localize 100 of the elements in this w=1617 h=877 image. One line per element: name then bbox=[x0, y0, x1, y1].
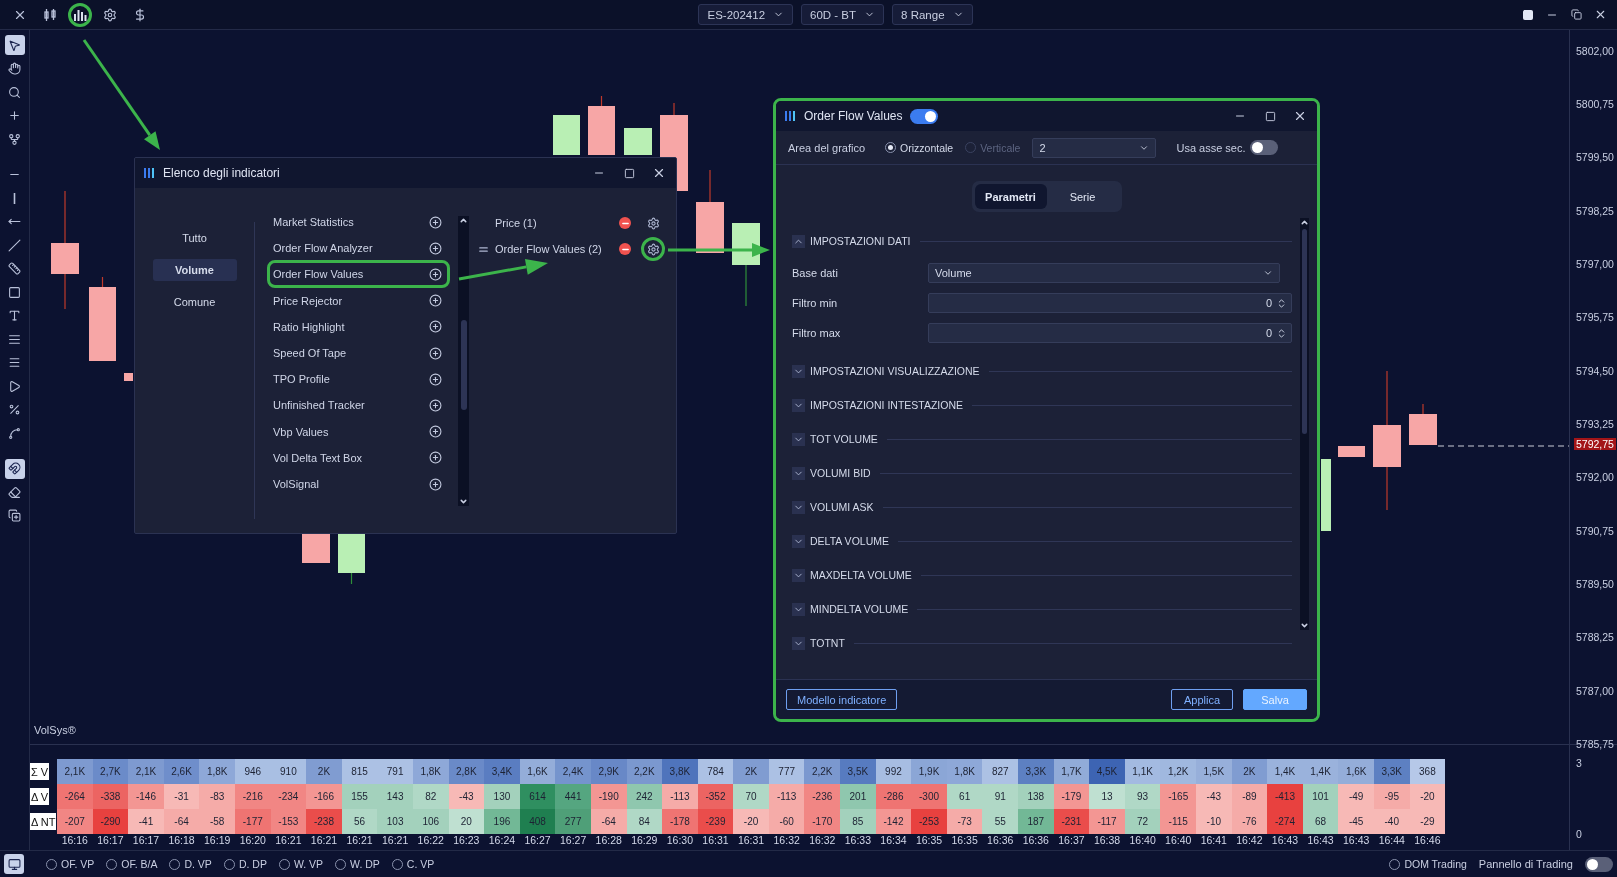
add-icon bbox=[429, 294, 442, 308]
table-cell: -73 bbox=[946, 809, 983, 834]
scrollbar[interactable] bbox=[1300, 218, 1309, 630]
radio-option[interactable]: D. DP bbox=[223, 858, 267, 870]
expand-button[interactable] bbox=[792, 500, 805, 514]
table-cell: 2,4K bbox=[555, 759, 591, 784]
candle bbox=[1409, 403, 1437, 446]
radio-option[interactable]: C. VP bbox=[391, 858, 435, 870]
indicator-item[interactable]: Speed Of Tape bbox=[267, 339, 450, 367]
table-cell: -290 bbox=[92, 809, 129, 834]
table-cell: -142 bbox=[875, 809, 912, 834]
expand-button[interactable] bbox=[792, 466, 805, 480]
radio-option[interactable]: DOM Trading bbox=[1389, 858, 1467, 870]
indicator-item[interactable]: Vbp Values bbox=[267, 417, 450, 446]
expand-button[interactable] bbox=[792, 568, 805, 582]
scroll-down-icon bbox=[459, 497, 468, 506]
number-field[interactable]: 0 bbox=[928, 293, 1292, 313]
candle bbox=[338, 533, 365, 585]
remove-button[interactable] bbox=[619, 243, 631, 255]
category-item[interactable]: Comune bbox=[152, 291, 237, 313]
symbol-dropdown[interactable]: ES-202412 bbox=[698, 4, 794, 25]
radio-option[interactable]: Orizzontale bbox=[885, 141, 954, 154]
time-label: 16:36 bbox=[986, 834, 1015, 848]
time-label: 16:32 bbox=[772, 834, 801, 848]
candle bbox=[1338, 445, 1365, 458]
radio-option[interactable]: W. VP bbox=[278, 858, 324, 870]
table-cell: 85 bbox=[840, 809, 876, 834]
price-label: 5787,00 bbox=[1575, 684, 1615, 697]
expand-button[interactable] bbox=[792, 602, 805, 616]
toggle-switch[interactable] bbox=[1585, 856, 1613, 872]
indicator-item[interactable]: VolSignal bbox=[267, 470, 450, 499]
footer-button[interactable]: Modello indicatore bbox=[786, 689, 898, 710]
indicator-item[interactable]: Ratio Highlight bbox=[267, 312, 450, 341]
tab[interactable]: Parametri bbox=[974, 184, 1047, 209]
time-label: 16:36 bbox=[1021, 834, 1050, 848]
indicator-item[interactable]: Order Flow Analyzer bbox=[267, 234, 450, 263]
add-icon bbox=[429, 372, 442, 386]
table-cell: -190 bbox=[590, 784, 627, 809]
table-cell: -413 bbox=[1267, 784, 1303, 809]
monitor-icon bbox=[7, 857, 21, 871]
table-cell: -20 bbox=[1409, 784, 1446, 809]
category-item[interactable]: Volume bbox=[152, 259, 237, 281]
expand-button[interactable] bbox=[792, 636, 805, 650]
indicator-item[interactable]: Unfinished Tracker bbox=[267, 391, 450, 420]
price-label: 5802,00 bbox=[1575, 44, 1615, 57]
table-cell: 68 bbox=[1302, 809, 1339, 834]
monitor-button[interactable] bbox=[4, 854, 24, 874]
toggle-switch[interactable] bbox=[1249, 140, 1278, 155]
table-cell: -115 bbox=[1160, 809, 1196, 834]
radio-option[interactable]: OF. VP bbox=[46, 858, 95, 870]
cursor-tool[interactable] bbox=[4, 35, 25, 55]
remove-button[interactable] bbox=[619, 217, 631, 229]
table-cell: -64 bbox=[590, 809, 627, 834]
collapse-button[interactable] bbox=[792, 234, 805, 248]
table-cell: 201 bbox=[840, 784, 876, 809]
indicator-item[interactable]: TPO Profile bbox=[267, 365, 450, 394]
symbol-dropdown[interactable]: 60D - BT bbox=[801, 4, 885, 25]
table-cell: 992 bbox=[875, 759, 912, 784]
settings-button[interactable] bbox=[641, 237, 665, 261]
table-cell: 143 bbox=[377, 784, 413, 809]
indicator-item[interactable]: Vol Delta Text Box bbox=[267, 443, 450, 472]
expand-button[interactable] bbox=[792, 364, 805, 378]
candle bbox=[553, 114, 580, 156]
tab[interactable]: Serie bbox=[1046, 184, 1119, 209]
table-cell: 3,3K bbox=[1373, 759, 1410, 784]
radio-option[interactable]: D. VP bbox=[169, 858, 212, 870]
indicator-item[interactable]: Order Flow Values bbox=[267, 260, 450, 289]
expand-button[interactable] bbox=[792, 432, 805, 446]
price-label: 5793,25 bbox=[1575, 417, 1615, 430]
time-label: 16:28 bbox=[594, 834, 623, 848]
price-label: 5800,75 bbox=[1575, 97, 1615, 110]
expand-button[interactable] bbox=[792, 534, 805, 548]
scrollbar[interactable] bbox=[458, 216, 469, 506]
pane-select[interactable]: 2 bbox=[1032, 137, 1157, 158]
radio-option[interactable]: OF. B/A bbox=[106, 858, 158, 870]
table-cell: 2,6K bbox=[163, 759, 200, 784]
indicator-item[interactable]: Market Statistics bbox=[267, 208, 450, 236]
table-cell: 3,5K bbox=[840, 759, 876, 784]
table-cell: 106 bbox=[412, 809, 449, 834]
select-field[interactable]: Volume bbox=[928, 263, 1280, 283]
toggle-switch[interactable] bbox=[910, 108, 939, 124]
table-cell: 441 bbox=[555, 784, 591, 809]
candles-icon bbox=[43, 7, 57, 22]
ruler-icon bbox=[8, 262, 21, 275]
radio-option[interactable]: W. DP bbox=[335, 858, 380, 870]
price-label: 5788,25 bbox=[1575, 631, 1615, 644]
magnet-tool[interactable] bbox=[4, 458, 25, 479]
hand-icon bbox=[8, 62, 21, 75]
table-cell: 2K bbox=[733, 759, 769, 784]
table-cell: 2,9K bbox=[590, 759, 627, 784]
time-label: 16:17 bbox=[131, 834, 161, 848]
indicators-button[interactable] bbox=[68, 2, 92, 27]
number-field[interactable]: 0 bbox=[928, 323, 1292, 343]
footer-button[interactable]: Applica bbox=[1171, 689, 1233, 710]
price-label: 5789,50 bbox=[1575, 578, 1615, 590]
symbol-dropdown[interactable]: 8 Range bbox=[892, 4, 973, 25]
category-item[interactable]: Tutto bbox=[152, 227, 237, 249]
expand-button[interactable] bbox=[792, 398, 805, 412]
table-cell: -236 bbox=[804, 784, 841, 809]
indicator-item[interactable]: Price Rejector bbox=[267, 286, 450, 315]
